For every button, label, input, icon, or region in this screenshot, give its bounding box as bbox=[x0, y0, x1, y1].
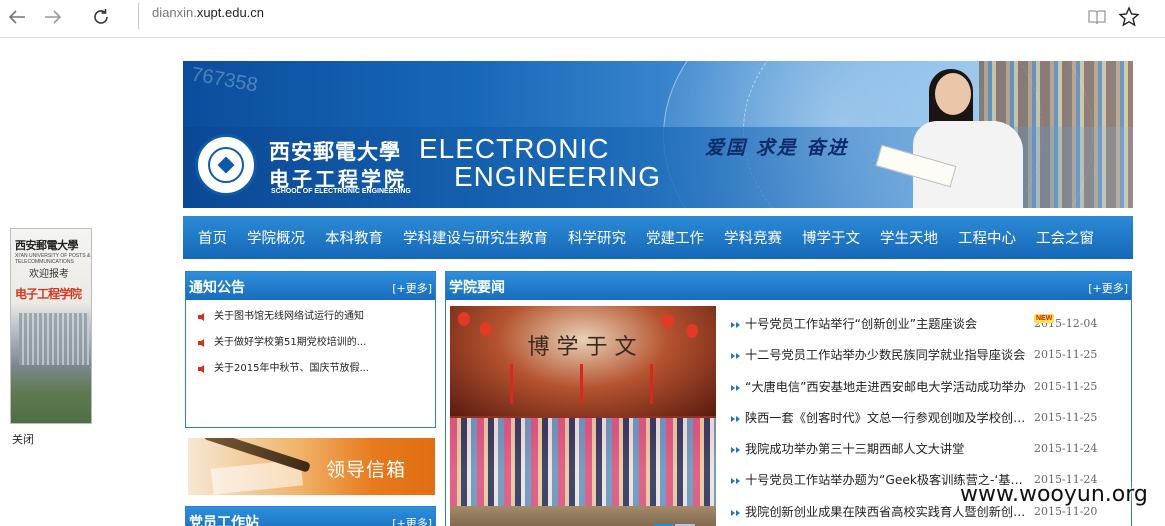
book-icon bbox=[1088, 10, 1106, 25]
news-item[interactable]: 我院成功举办第三十三期西邮人文大讲堂 2015-11-24 bbox=[731, 431, 1131, 462]
banner-slogan: 爱国 求是 奋进 bbox=[705, 137, 849, 159]
address-domain: xupt.edu.cn bbox=[196, 5, 265, 20]
notice-item-title: 关于做好学校第51期党校培训的... bbox=[214, 337, 367, 348]
nav-item-undergraduate[interactable]: 本科教育 bbox=[315, 227, 393, 248]
address-prefix: dianxin. bbox=[152, 5, 197, 20]
notice-more-link[interactable]: [+更多] bbox=[392, 280, 432, 296]
banner-en-line2: ENGINEERING bbox=[454, 161, 662, 192]
nav-item-home[interactable]: 首页 bbox=[183, 227, 237, 248]
double-arrow-icon bbox=[731, 353, 740, 360]
university-logo bbox=[195, 134, 257, 196]
double-arrow-icon bbox=[731, 322, 740, 328]
lantern bbox=[480, 322, 492, 336]
notice-item-title: 关于图书馆无线网络试运行的通知 bbox=[214, 311, 364, 322]
leader-mailbox-banner[interactable]: 领导信箱 bbox=[188, 438, 435, 495]
arrow-left-icon bbox=[8, 10, 25, 24]
party-header: 党员工作站 [+更多] bbox=[186, 507, 435, 526]
notice-item[interactable]: 关于2015年中秋节、国庆节放假... bbox=[198, 356, 434, 382]
nav-item-party[interactable]: 党建工作 bbox=[636, 227, 714, 248]
lantern bbox=[458, 312, 470, 326]
nav-item-graduate[interactable]: 学科建设与研究生教育 bbox=[393, 227, 558, 248]
refresh-icon bbox=[94, 9, 108, 24]
notice-item[interactable]: 关于图书馆无线网络试运行的通知 bbox=[198, 304, 434, 330]
banner-school-en: SCHOOL OF ELECTRONIC ENGINEERING bbox=[271, 188, 411, 195]
notice-title: 通知公告 bbox=[189, 280, 245, 296]
ad-school-name: 电子工程学院 bbox=[15, 287, 82, 301]
speaker-icon bbox=[198, 365, 204, 373]
back-button[interactable] bbox=[2, 2, 32, 32]
party-station-panel: 党员工作站 [+更多] bbox=[185, 506, 436, 526]
nav-item-overview[interactable]: 学院概况 bbox=[237, 227, 315, 248]
notice-header: 通知公告 [+更多] bbox=[186, 272, 435, 300]
page: dianxin.xupt.edu.cn 西安郵電大學 XI'AN UNIVERS… bbox=[0, 0, 1165, 526]
news-more-link[interactable]: [+更多] bbox=[1088, 280, 1128, 296]
lantern bbox=[686, 324, 698, 338]
news-title: 学院要闻 bbox=[449, 280, 505, 296]
notice-item[interactable]: 关于做好学校第51期党校培训的... bbox=[198, 330, 434, 356]
main-nav: 首页 学院概况 本科教育 学科建设与研究生教育 科学研究 党建工作 学科竞赛 博… bbox=[183, 216, 1133, 259]
party-title: 党员工作站 bbox=[189, 515, 259, 526]
flag bbox=[580, 364, 583, 404]
star-icon bbox=[1118, 6, 1140, 27]
nav-item-competition[interactable]: 学科竞赛 bbox=[714, 227, 792, 248]
arrow-right-icon bbox=[45, 10, 62, 24]
browser-toolbar: dianxin.xupt.edu.cn bbox=[0, 0, 1165, 38]
notice-panel: 通知公告 [+更多] 关于图书馆无线网络试运行的通知 关于做好学校第51期党校培… bbox=[185, 271, 436, 428]
news-photo[interactable]: 博 学 于 文 bbox=[450, 306, 716, 526]
news-item[interactable]: 十二号党员工作站举办少数民族同学就业指导座谈会 2015-11-25 bbox=[731, 337, 1131, 368]
banner-university-name: 西安郵電大學 bbox=[269, 139, 401, 164]
address-bar[interactable]: dianxin.xupt.edu.cn bbox=[152, 5, 264, 20]
ad-university-name: 西安郵電大學 bbox=[15, 239, 79, 252]
floating-ad[interactable]: 西安郵電大學 XI'AN UNIVERSITY OF POSTS & TELEC… bbox=[10, 228, 92, 424]
leader-mailbox-label: 领导信箱 bbox=[326, 459, 407, 481]
double-arrow-icon bbox=[731, 447, 740, 454]
nav-item-research[interactable]: 科学研究 bbox=[558, 227, 636, 248]
double-arrow-icon bbox=[731, 509, 740, 516]
ad-close-link[interactable]: 关闭 bbox=[12, 431, 34, 447]
ad-building-image bbox=[19, 313, 89, 365]
notice-list: 关于图书馆无线网络试运行的通知 关于做好学校第51期党校培训的... 关于201… bbox=[186, 300, 435, 382]
site-banner: 767358 西安郵電大學 电子工程学院 SCHOOL OF ELECTRONI… bbox=[183, 61, 1133, 208]
reading-view-button[interactable] bbox=[1082, 2, 1112, 32]
news-item[interactable]: 陕西一套《创客时代》文总一行参观创咖及学校创客空间 2015-11-25 bbox=[731, 400, 1131, 431]
double-arrow-icon bbox=[731, 384, 740, 391]
forward-button[interactable] bbox=[38, 2, 68, 32]
lantern bbox=[662, 314, 674, 328]
banner-reader-image bbox=[875, 69, 1033, 208]
stage-sign: 博 学 于 文 bbox=[527, 335, 637, 360]
nav-item-culture[interactable]: 博学于文 bbox=[792, 227, 870, 248]
double-arrow-icon bbox=[731, 478, 740, 485]
favorite-button[interactable] bbox=[1114, 2, 1144, 32]
address-separator bbox=[138, 3, 139, 29]
nav-item-students[interactable]: 学生天地 bbox=[870, 227, 948, 248]
news-item[interactable]: 十号党员工作站举行“创新创业”主题座谈会 2015-12-04 NEW bbox=[731, 306, 1131, 337]
stage-floor bbox=[450, 506, 716, 526]
flag bbox=[650, 364, 653, 404]
speaker-icon bbox=[198, 313, 204, 321]
speaker-icon bbox=[198, 339, 204, 347]
ad-welcome: 欢迎报考 bbox=[29, 269, 69, 280]
double-arrow-icon bbox=[731, 415, 740, 422]
notice-item-title: 关于2015年中秋节、国庆节放假... bbox=[214, 363, 369, 374]
flag bbox=[510, 364, 513, 404]
banner-number: 767358 bbox=[189, 63, 260, 97]
party-more-link[interactable]: [+更多] bbox=[392, 515, 432, 526]
ad-university-en: XI'AN UNIVERSITY OF POSTS & TELECOMMUNIC… bbox=[15, 253, 91, 265]
news-header: 学院要闻 [+更多] bbox=[446, 272, 1131, 300]
refresh-button[interactable] bbox=[86, 2, 116, 32]
new-badge: NEW bbox=[1034, 314, 1055, 323]
nav-item-engineering-center[interactable]: 工程中心 bbox=[948, 227, 1026, 248]
news-item[interactable]: “大唐电信”西安基地走进西安邮电大学活动成功举办 2015-11-25 bbox=[731, 369, 1131, 400]
nav-item-union[interactable]: 工会之窗 bbox=[1026, 227, 1104, 248]
watermark: www.wooyun.org bbox=[960, 482, 1148, 507]
